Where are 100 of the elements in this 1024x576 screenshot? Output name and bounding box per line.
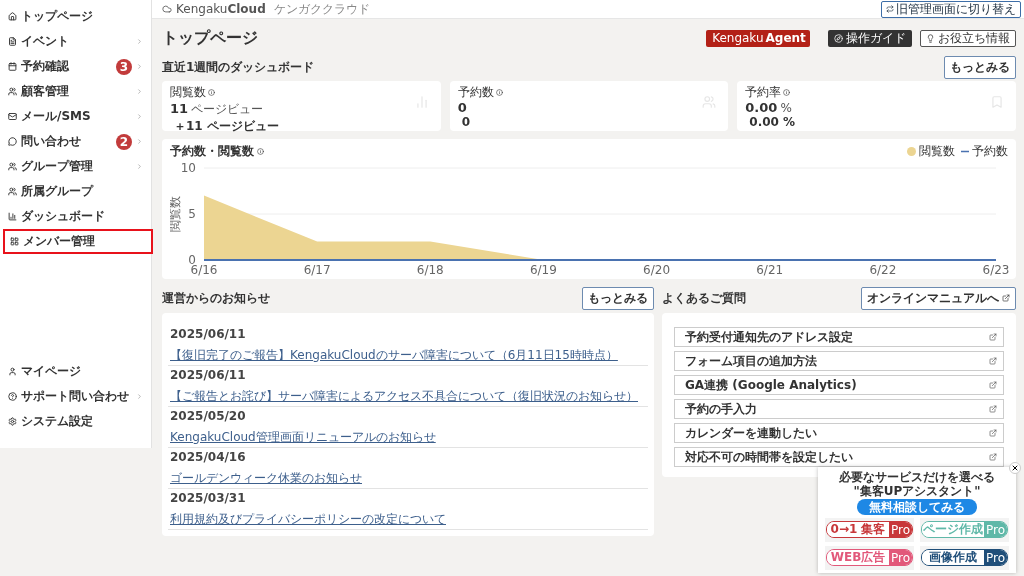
axis-label: 閲覧数 bbox=[170, 196, 182, 232]
logo: KengakuCloud ケンガククラウド bbox=[162, 0, 370, 18]
chevron-icon bbox=[136, 113, 143, 120]
info-icon bbox=[495, 89, 503, 96]
sidebar-item[interactable]: 問い合わせ 2 bbox=[0, 129, 151, 154]
section-title: よくあるご質問 bbox=[662, 289, 746, 307]
mail-icon bbox=[8, 112, 17, 121]
chart-title: 予約数・閲覧数 bbox=[170, 143, 254, 160]
legend-label: 予約数 bbox=[972, 143, 1008, 160]
document-icon bbox=[8, 37, 17, 46]
stat-label: 閲覧数 bbox=[170, 84, 206, 101]
faq-item[interactable]: 予約の手入力 bbox=[674, 399, 1004, 419]
service-pill: 画像作成 Pro bbox=[921, 549, 1008, 566]
sidebar-item[interactable]: イベント bbox=[0, 29, 151, 54]
promo-title: "集客UPアシスタント" bbox=[853, 484, 981, 498]
chevron-icon bbox=[136, 393, 143, 400]
switch-button[interactable]: 旧管理画面に切り替え bbox=[881, 0, 1021, 18]
x-tick-label: 6/17 bbox=[303, 263, 331, 277]
faq-item[interactable]: カレンダーを連動したい bbox=[674, 423, 1004, 443]
switch-icon bbox=[886, 5, 894, 13]
sidebar-item[interactable]: 所属グループ bbox=[0, 179, 151, 204]
service-pill: 0→1 集客 Pro bbox=[826, 521, 913, 538]
chevron-icon bbox=[136, 88, 143, 95]
stat-value: 0 bbox=[457, 101, 467, 116]
stat-value: 0.00 bbox=[745, 101, 778, 116]
more-button[interactable]: もっとみる bbox=[944, 55, 1016, 79]
sidebar-label: 問い合わせ bbox=[21, 133, 82, 150]
service-pill: WEB広告 Pro bbox=[826, 549, 913, 566]
page-title: トップページ bbox=[162, 27, 258, 49]
faq-item[interactable]: 予約受付通知先のアドレス設定 bbox=[674, 327, 1004, 347]
sidebar-item[interactable]: トップページ bbox=[0, 4, 151, 29]
sidebar-label: ダッシュボード bbox=[21, 208, 106, 225]
guide-button[interactable]: 操作ガイド bbox=[828, 29, 912, 47]
y-tick-label: 5 bbox=[188, 207, 196, 221]
section-title: 運営からのお知らせ bbox=[162, 289, 270, 307]
people-icon bbox=[8, 162, 17, 171]
sidebar-label: マイページ bbox=[21, 363, 82, 380]
person-icon bbox=[8, 367, 17, 376]
stat-unit: % bbox=[780, 101, 792, 115]
chevron-icon bbox=[136, 63, 143, 70]
sidebar-item[interactable]: メール/SMS bbox=[0, 104, 151, 129]
service-pill: ページ作成 Pro bbox=[921, 521, 1008, 538]
grid-icon bbox=[10, 237, 19, 246]
stat-unit: ページビュー bbox=[191, 101, 264, 118]
notice-date: 2025/04/16 bbox=[170, 449, 247, 464]
info-icon bbox=[783, 89, 791, 96]
sidebar-item[interactable]: グループ管理 bbox=[0, 154, 151, 179]
external-link-icon bbox=[989, 405, 997, 413]
notice-date: 2025/03/31 bbox=[170, 490, 247, 505]
faq-item[interactable]: 対応不可の時間帯を設定したい bbox=[674, 447, 1004, 467]
sidebar-label: グループ管理 bbox=[21, 158, 94, 175]
notice-link[interactable]: ゴールデンウィーク休業のお知らせ bbox=[170, 470, 362, 485]
x-tick-label: 6/19 bbox=[529, 263, 557, 277]
agent-button[interactable]: Kengaku Agent bbox=[706, 29, 810, 47]
sidebar-label: システム設定 bbox=[21, 413, 94, 430]
notice-link[interactable]: 【ご報告とお詫び】サーバ障害によるアクセス不具合について（復旧状況のお知らせ） bbox=[170, 388, 638, 403]
faq-item[interactable]: GA連携 (Google Analytics) bbox=[674, 375, 1004, 395]
sidebar-item[interactable]: 顧客管理 bbox=[0, 79, 151, 104]
faq-item[interactable]: フォーム項目の追加方法 bbox=[674, 351, 1004, 371]
sidebar-label: 所属グループ bbox=[21, 183, 95, 200]
sidebar-label: メンバー管理 bbox=[23, 233, 96, 250]
external-link-icon bbox=[989, 429, 997, 437]
external-link-icon bbox=[1002, 294, 1010, 302]
notice-link[interactable]: KengakuCloud管理画面リニューアルのお知らせ bbox=[170, 429, 436, 444]
legend-swatch bbox=[907, 147, 916, 156]
notice-link[interactable]: 【復旧完了のご報告】KengakuCloudのサーバ障害について（6月11日15時時点） bbox=[170, 347, 618, 362]
consult-button[interactable]: 無料相談してみる bbox=[857, 499, 977, 515]
external-link-icon bbox=[989, 453, 997, 461]
sidebar-item[interactable]: メンバー管理 bbox=[3, 229, 153, 254]
x-tick-label: 6/23 bbox=[982, 263, 1010, 277]
sidebar-label: サポート問い合わせ bbox=[21, 388, 130, 405]
chevron-icon bbox=[136, 38, 143, 45]
stat-change: 0 bbox=[461, 115, 471, 130]
y-tick-label: 10 bbox=[180, 161, 196, 175]
calendar-icon bbox=[8, 62, 17, 71]
more-button[interactable]: もっとみる bbox=[582, 286, 654, 310]
chevron-icon bbox=[136, 138, 143, 145]
notice-date: 2025/06/11 bbox=[170, 326, 247, 341]
legend-line bbox=[961, 150, 969, 153]
sidebar-item[interactable]: 予約確認 3 bbox=[0, 54, 151, 79]
x-tick-label: 6/20 bbox=[643, 263, 671, 277]
chevron-icon bbox=[136, 163, 143, 170]
count-badge: 3 bbox=[116, 58, 132, 75]
settings-icon bbox=[8, 417, 17, 426]
sidebar-item[interactable]: ダッシュボード bbox=[0, 204, 151, 229]
sidebar-item[interactable]: サポート問い合わせ bbox=[0, 384, 151, 409]
sidebar-label: メール/SMS bbox=[21, 108, 92, 125]
close-icon bbox=[1011, 464, 1019, 472]
external-link-icon bbox=[989, 357, 997, 365]
people-icon bbox=[8, 187, 17, 196]
external-link-icon bbox=[989, 333, 997, 341]
stat-change: 0.00 % bbox=[749, 115, 797, 130]
sidebar-item[interactable]: マイページ bbox=[0, 359, 151, 384]
sidebar-label: 予約確認 bbox=[21, 58, 70, 75]
sidebar-item[interactable]: システム設定 bbox=[0, 409, 151, 434]
manual-button[interactable]: オンラインマニュアルへ bbox=[861, 286, 1016, 310]
notice-link[interactable]: 利用規約及びプライバシーポリシーの改定について bbox=[170, 511, 446, 526]
people-icon bbox=[8, 87, 17, 96]
count-badge: 2 bbox=[116, 133, 132, 150]
info-button[interactable]: お役立ち情報 bbox=[920, 29, 1016, 47]
